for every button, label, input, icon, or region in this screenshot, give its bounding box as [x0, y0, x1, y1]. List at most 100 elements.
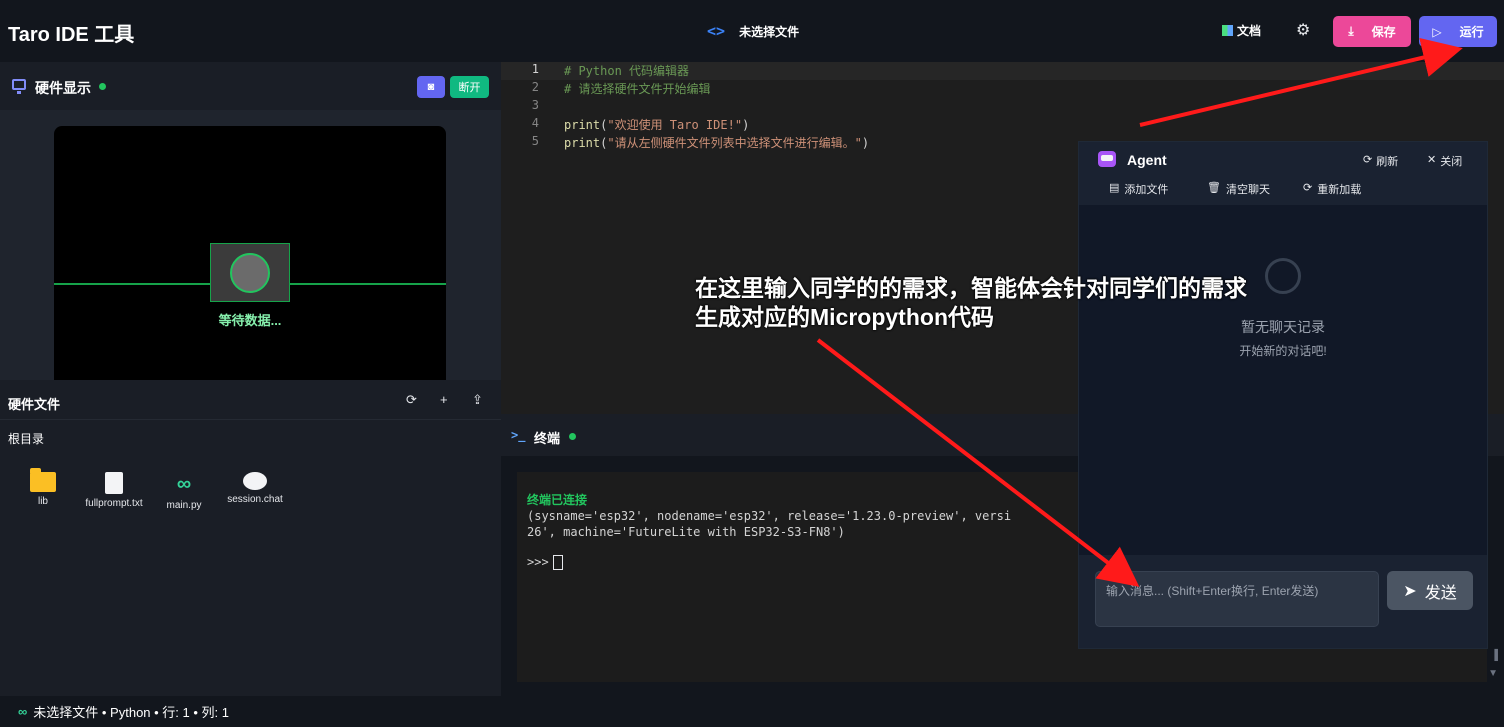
status-bar: ∞ 未选择文件 • Python • 行: 1 • 列: 1	[0, 696, 1504, 727]
code-text: # Python 代码编辑器	[539, 62, 689, 80]
terminal-cursor	[552, 554, 563, 570]
top-bar: Taro IDE 工具 <> 未选择文件 文档 ⚙ ⤓ 保存 ▷ 运行	[0, 0, 1504, 62]
target-box	[210, 243, 290, 302]
agent-title: Agent	[1127, 152, 1167, 168]
code-line: 2 # 请选择硬件文件开始编辑	[501, 80, 711, 98]
upload-icon[interactable]: ⇪	[472, 392, 483, 408]
docs-label: 文档	[1237, 24, 1262, 38]
scroll-up-icon[interactable]: ▐	[1491, 650, 1498, 661]
clear-chat-button[interactable]: 🗑 清空聊天	[1207, 181, 1270, 197]
run-button[interactable]: ▷ 运行	[1419, 16, 1497, 47]
play-icon: ▷	[1432, 24, 1442, 39]
file-item[interactable]: lib	[13, 468, 73, 507]
code-line: 1 # Python 代码编辑器	[501, 62, 689, 80]
python-chain-icon: ∞	[176, 473, 192, 495]
terminal-status-dot	[569, 433, 576, 440]
clear-chat-label: 清空聊天	[1225, 184, 1270, 196]
book-icon	[1222, 25, 1233, 36]
camera-icon: ◙	[427, 81, 435, 93]
document-icon	[105, 472, 123, 494]
agent-input-area: ➤ 发送	[1079, 555, 1487, 648]
terminal-title: 终端	[534, 431, 561, 446]
send-button[interactable]: ➤ 发送	[1387, 571, 1473, 610]
hardware-display-header: 硬件显示 ◙ 断开	[0, 62, 501, 110]
monitor-icon	[12, 79, 26, 94]
disconnect-button[interactable]: 断开	[450, 76, 489, 98]
code-icon: <>	[707, 22, 726, 40]
current-file-indicator: <> 未选择文件	[707, 22, 799, 40]
terminal-icon: >_	[511, 428, 526, 442]
waiting-text: 等待数据...	[218, 313, 282, 328]
file-icon: ▤	[1109, 182, 1120, 194]
empty-chat-subtitle: 开始新的对话吧!	[1239, 344, 1327, 358]
refresh-icon[interactable]: ⟳	[406, 392, 417, 408]
file-name: session.chat	[227, 494, 283, 505]
code-token: )	[861, 136, 870, 150]
gear-icon: ⚙	[1296, 22, 1311, 39]
code-text: # 请选择硬件文件开始编辑	[539, 80, 710, 98]
annotation-line: 在这里输入同学的的需求，智能体会针对同学们的需求	[695, 275, 1247, 301]
file-name: fullprompt.txt	[85, 498, 143, 509]
file-item[interactable]: fullprompt.txt	[84, 472, 144, 509]
hardware-files-header: 硬件文件 ⟳ + ⇪	[0, 380, 501, 420]
hardware-files-title: 硬件文件	[8, 397, 61, 412]
code-line: 5 print("请从左侧硬件文件列表中选择文件进行编辑。")	[501, 134, 869, 152]
line-number: 3	[531, 98, 539, 112]
save-label: 保存	[1371, 25, 1396, 39]
file-name: main.py	[166, 500, 202, 511]
docs-button[interactable]: 文档	[1222, 22, 1261, 39]
file-item[interactable]: ∞ main.py	[154, 472, 214, 511]
device-screen: 等待数据...	[54, 126, 446, 380]
code-text: print("欢迎使用 Taro IDE!")	[539, 116, 749, 134]
left-panel: 硬件显示 ◙ 断开 等待数据... 硬件文件 ⟳ + ⇪ 根目录 lib ful…	[0, 62, 501, 696]
reload-icon: ⟳	[1303, 182, 1313, 194]
current-file-name: 未选择文件	[739, 24, 800, 39]
agent-refresh-label: 刷新	[1376, 156, 1399, 168]
app-title: Taro IDE 工具	[8, 24, 135, 46]
code-token: "欢迎使用 Taro IDE!"	[607, 118, 743, 132]
screenshot-button[interactable]: ◙	[417, 76, 445, 98]
agent-close-label: 关闭	[1440, 156, 1463, 168]
add-file-label: 添加文件	[1124, 184, 1169, 196]
trash-icon: 🗑	[1207, 182, 1221, 194]
agent-message-input[interactable]	[1095, 571, 1379, 627]
code-token: # Python 代码编辑器	[564, 64, 690, 78]
code-text: print("请从左侧硬件文件列表中选择文件进行编辑。")	[539, 134, 869, 152]
connection-status-dot	[99, 83, 106, 90]
file-name: lib	[37, 496, 48, 507]
code-line: 4 print("欢迎使用 Taro IDE!")	[501, 116, 750, 134]
reload-label: 重新加载	[1317, 184, 1362, 196]
chat-bubble-icon	[243, 472, 267, 490]
code-token: print	[564, 118, 601, 132]
reload-button[interactable]: ⟳ 重新加载	[1303, 181, 1361, 197]
code-token: "请从左侧硬件文件列表中选择文件进行编辑。"	[607, 136, 862, 150]
agent-refresh-button[interactable]: ⟳ 刷新	[1363, 153, 1398, 169]
file-item[interactable]: session.chat	[225, 472, 285, 505]
root-directory-label: 根目录	[8, 432, 45, 446]
annotation-line: 生成对应的Micropython代码	[695, 304, 994, 330]
folder-icon	[30, 468, 56, 492]
add-icon[interactable]: +	[440, 392, 448, 407]
settings-button[interactable]: ⚙	[1296, 20, 1310, 40]
close-icon: ✕	[1427, 154, 1437, 166]
scroll-down-icon[interactable]: ▼	[1488, 668, 1498, 679]
send-label: 发送	[1424, 584, 1457, 602]
save-button[interactable]: ⤓ 保存	[1333, 16, 1411, 47]
agent-close-button[interactable]: ✕ 关闭	[1427, 153, 1462, 169]
line-number: 4	[531, 116, 539, 130]
agent-chat-area: 暂无聊天记录 开始新的对话吧!	[1079, 205, 1487, 555]
line-number: 5	[531, 134, 539, 148]
robot-icon	[1098, 151, 1116, 167]
code-token: )	[742, 118, 750, 132]
run-label: 运行	[1459, 25, 1484, 39]
line-number: 2	[531, 80, 539, 94]
code-token: print	[564, 136, 601, 150]
refresh-icon: ⟳	[1363, 154, 1373, 166]
status-text: 未选择文件 • Python • 行: 1 • 列: 1	[33, 705, 229, 720]
loading-spinner-icon	[1265, 258, 1301, 294]
hardware-display-area: 等待数据...	[0, 110, 501, 380]
add-file-button[interactable]: ▤ 添加文件	[1109, 181, 1168, 197]
line-number: 1	[531, 62, 539, 76]
annotation-text: 在这里输入同学的的需求，智能体会针对同学们的需求 生成对应的Micropytho…	[695, 274, 1247, 332]
